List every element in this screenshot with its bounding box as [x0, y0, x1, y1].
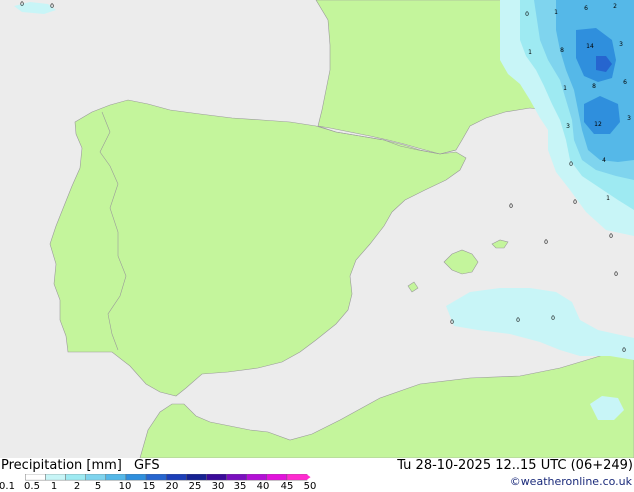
value-label: 0	[551, 315, 555, 322]
value-label: 0	[516, 317, 520, 324]
legend-tick-label: 0.5	[24, 481, 40, 492]
value-label: 0	[544, 239, 548, 246]
legend-tick-label: 35	[233, 481, 247, 492]
value-label: 0	[20, 1, 24, 8]
value-label: 0	[509, 203, 513, 210]
value-label: 0	[573, 199, 577, 206]
legend-swatch	[266, 474, 288, 481]
value-label: 3	[619, 41, 623, 48]
legend-tick-label: 30	[211, 481, 225, 492]
legend-swatch	[186, 474, 207, 481]
legend-tick-label: 0.1	[0, 481, 15, 492]
legend-tick-label: 1	[50, 481, 58, 492]
legend-swatch	[65, 474, 86, 481]
legend-swatch	[165, 474, 187, 481]
legend-tick-label: 5	[94, 481, 102, 492]
legend-swatch	[45, 474, 66, 481]
legend-swatch	[105, 474, 127, 481]
value-label: 4	[602, 157, 606, 164]
legend-tick-label: 50	[303, 481, 317, 492]
value-label: 14	[586, 43, 594, 50]
legend-arrow	[306, 474, 311, 481]
value-label: 1	[606, 195, 610, 202]
legend-swatch	[246, 474, 268, 481]
product-title: Precipitation [mm] GFS	[1, 458, 160, 473]
value-label: 6	[584, 5, 588, 12]
legend-swatch	[125, 474, 147, 481]
valid-time: Tu 28-10-2025 12..15 UTC (06+249)	[397, 458, 633, 473]
legend-tick-label: 25	[188, 481, 202, 492]
value-label: 0	[609, 233, 613, 240]
value-label: 0	[525, 11, 529, 18]
value-label: 12	[594, 121, 602, 128]
legend-swatch	[206, 474, 227, 481]
precipitation-map: 0 0 0 1 6 2 1 8 14 3 1 8 6 3 12 3 0 4 0 0 1 0 0 0 0 0 0 0	[0, 0, 634, 458]
model-name: GFS	[134, 458, 160, 473]
legend-swatch	[226, 474, 247, 481]
value-label: 8	[560, 47, 564, 54]
value-label: 0	[569, 161, 573, 168]
value-label: 1	[554, 9, 558, 16]
legend-tick-label: 10	[118, 481, 132, 492]
legend-tick-label: 20	[165, 481, 179, 492]
value-label: 2	[613, 3, 617, 10]
legend-swatch	[85, 474, 107, 481]
value-label: 0	[50, 3, 54, 10]
value-label: 0	[614, 271, 618, 278]
legend-swatch	[145, 474, 167, 481]
value-label: 3	[566, 123, 570, 130]
product-name: Precipitation [mm]	[1, 458, 122, 473]
value-label: 0	[622, 347, 626, 354]
value-label: 3	[627, 115, 631, 122]
legend-tick-label: 2	[73, 481, 81, 492]
legend-tick-label: 15	[142, 481, 156, 492]
legend-swatch	[25, 474, 46, 481]
value-label: 8	[592, 83, 596, 90]
value-label: 1	[528, 49, 532, 56]
legend-tick-label: 40	[256, 481, 270, 492]
legend-tick-label: 45	[280, 481, 294, 492]
legend-swatch	[286, 474, 308, 481]
credit-link[interactable]: ©weatheronline.co.uk	[510, 475, 632, 488]
value-label: 6	[623, 79, 627, 86]
value-label: 1	[563, 85, 567, 92]
legend-color-bar	[25, 474, 311, 481]
value-label: 0	[450, 319, 454, 326]
